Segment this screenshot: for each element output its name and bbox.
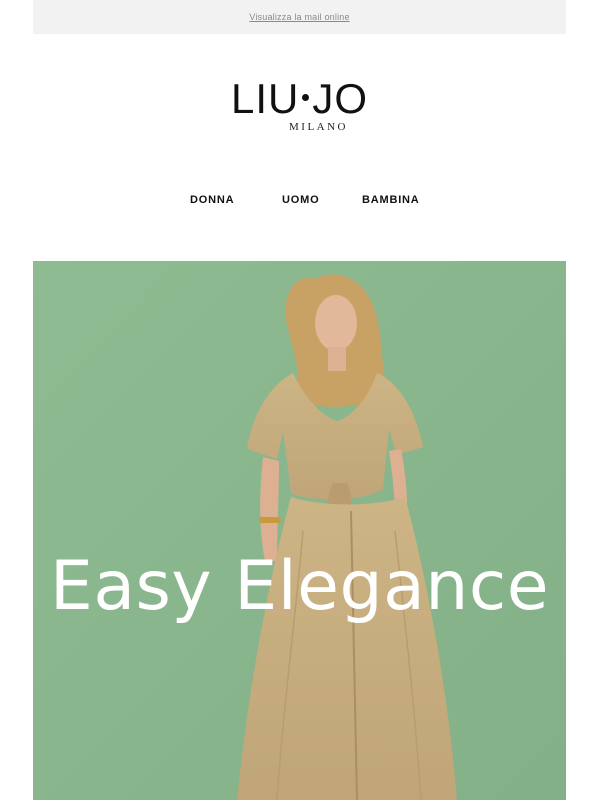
hero-banner[interactable]: Easy Elegance	[33, 261, 566, 800]
nav-item-donna[interactable]: DONNA	[190, 194, 234, 206]
email-container: Visualizza la mail online LIU JO MILANO …	[33, 0, 566, 800]
brand-logo[interactable]: LIU JO MILANO	[33, 78, 566, 134]
brand-part-2: JO	[312, 75, 369, 122]
brand-subtitle: MILANO	[289, 121, 348, 133]
preheader-bar: Visualizza la mail online	[33, 0, 566, 34]
nav-item-bambina[interactable]: BAMBINA	[362, 194, 420, 206]
nav-item-uomo[interactable]: UOMO	[282, 194, 319, 206]
view-online-link[interactable]: Visualizza la mail online	[249, 12, 349, 22]
hero-headline: Easy Elegance	[49, 547, 550, 626]
brand-wordmark: LIU JO	[231, 78, 368, 120]
brand-dot	[302, 93, 310, 101]
brand-part-1: LIU	[230, 75, 300, 122]
hero-image	[33, 261, 566, 800]
